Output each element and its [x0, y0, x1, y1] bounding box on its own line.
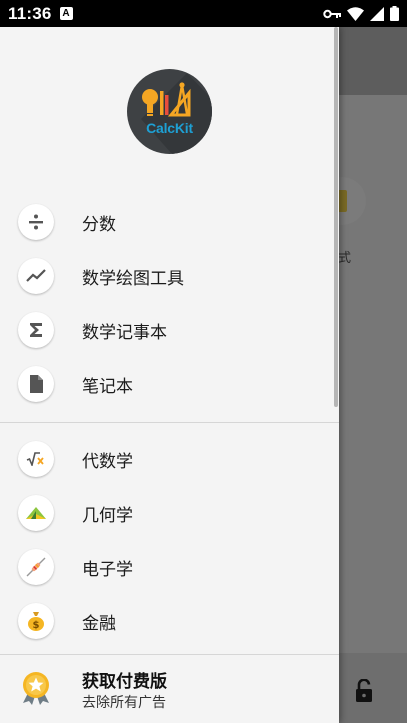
drawer-item-label: 电子学 — [82, 559, 133, 580]
drawer-item-finance[interactable]: $ 金融 — [0, 594, 339, 648]
drawer-item-algebra[interactable]: 代数学 — [0, 432, 339, 486]
unlock-icon[interactable] — [354, 679, 374, 703]
calckit-logo: CalcKit — [127, 69, 212, 154]
wifi-icon — [347, 6, 364, 21]
drawer-item-label: 数学绘图工具 — [82, 268, 184, 289]
drawer-item-label: 数学记事本 — [82, 322, 167, 343]
resistor-icon — [18, 549, 54, 585]
drawer-item-graphing[interactable]: 数学绘图工具 — [0, 249, 339, 303]
svg-text:$: $ — [33, 620, 40, 631]
drawer-divider — [0, 422, 339, 423]
navigation-drawer[interactable]: CalcKit 分数 数学绘图工具 数学记事本 笔记本 代数学 几何学 电子学 … — [0, 27, 339, 723]
document-icon — [18, 366, 54, 402]
notification-a-icon: A — [59, 7, 73, 20]
signal-icon — [370, 6, 384, 21]
drawer-item-geometry[interactable]: 几何学 — [0, 486, 339, 540]
drawer-item-electronics[interactable]: 电子学 — [0, 540, 339, 594]
graph-line-icon — [18, 258, 54, 294]
drawer-item-label: 金融 — [82, 613, 116, 634]
drawer-item-label: 分数 — [82, 214, 116, 235]
divide-icon — [18, 204, 54, 240]
status-bar: 11:36 A — [0, 0, 407, 27]
background-card-label: 式 — [338, 251, 352, 266]
drawer-item-notebook[interactable]: 笔记本 — [0, 357, 339, 411]
drawer-item-fraction[interactable]: 分数 — [0, 195, 339, 249]
status-time: 11:36 — [8, 3, 52, 23]
drawer-item-label: 笔记本 — [82, 376, 133, 397]
square-root-icon — [18, 441, 54, 477]
logo-tools-icon — [141, 73, 212, 154]
money-bag-icon: $ — [18, 603, 54, 639]
drawer-item-math-notepad[interactable]: 数学记事本 — [0, 303, 339, 357]
drawer-item-label: 代数学 — [82, 451, 133, 472]
sigma-icon — [18, 312, 54, 348]
medal-star-icon — [23, 672, 49, 705]
battery-icon — [390, 6, 399, 21]
drawer-item-label: 几何学 — [82, 505, 133, 526]
premium-subtitle: 去除所有广告 — [82, 695, 166, 711]
premium-title: 获取付费版 — [82, 672, 167, 692]
status-icons — [323, 6, 399, 21]
vpn-key-icon — [323, 9, 341, 18]
triangle-ruler-icon — [18, 495, 54, 531]
logo-text: CalcKit — [146, 120, 193, 136]
get-premium-button[interactable]: 获取付费版 去除所有广告 — [0, 655, 339, 723]
